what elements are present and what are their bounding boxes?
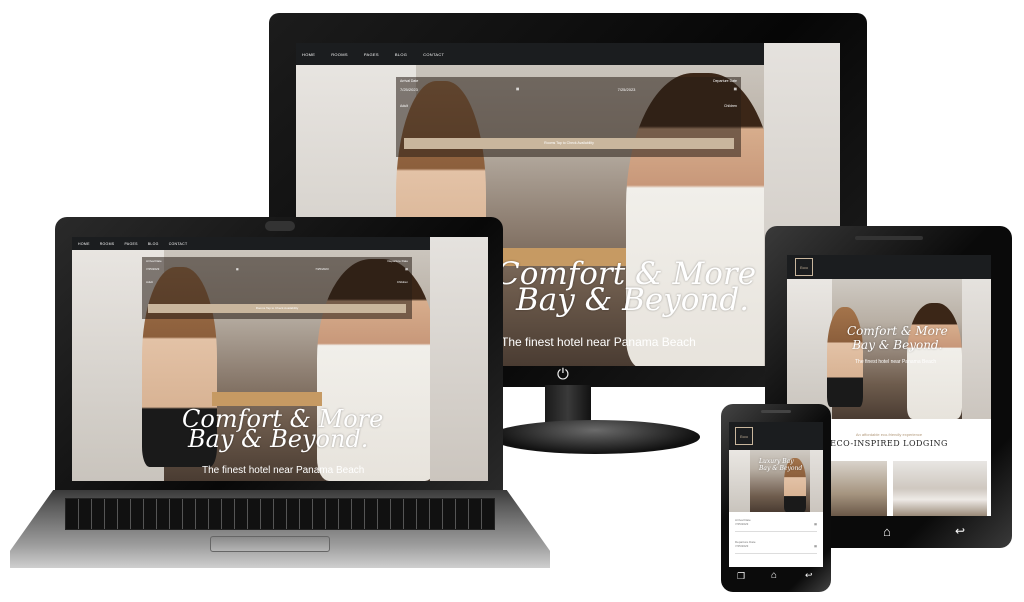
arrival-label: Arrival Date	[146, 259, 162, 263]
laptop-base	[10, 490, 550, 568]
calendar-icon[interactable]: ▦	[516, 87, 519, 92]
back-icon[interactable]: ↩	[805, 570, 813, 581]
phone: Ecco Luxury Bay Bay & Beyond Arrival Dat…	[721, 404, 831, 592]
adult-select[interactable]: Adult	[146, 280, 153, 284]
chevron-right-icon[interactable]: ›	[833, 183, 836, 193]
hero-line-2: Bay & Beyond.	[516, 282, 750, 318]
laptop-lid: HOME ROOMS PAGES BLOG CONTACT Arrival Da…	[55, 217, 503, 492]
arrival-date-field[interactable]: 7/25/2023	[400, 87, 418, 92]
woman-figure	[827, 307, 863, 407]
calendar-icon[interactable]: ▦	[814, 522, 817, 531]
nav-contact[interactable]: CONTACT	[169, 242, 188, 246]
nav-contact[interactable]: CONTACT	[423, 52, 444, 57]
chevron-right-icon[interactable]: ›	[982, 319, 985, 329]
navbar: HOME ROOMS PAGES BLOG CONTACT	[72, 237, 488, 250]
navbar: HOME ROOMS PAGES BLOG CONTACT	[296, 43, 840, 65]
children-select[interactable]: Children	[397, 280, 408, 284]
monitor-stand	[545, 385, 591, 425]
power-icon[interactable]: ⏻	[557, 366, 569, 383]
check-availability-button[interactable]: Rooms Tap to Check Availability	[148, 304, 406, 313]
hero-title: Comfort & More Bay & Beyond.	[847, 324, 948, 352]
hero-line-2: Bay & Beyond.	[188, 425, 369, 453]
arrival-date-field[interactable]: 7/25/2023	[146, 267, 159, 271]
tablet-hero: Comfort & More Bay & Beyond. The finest …	[787, 279, 991, 419]
phone-header: Ecco	[729, 422, 823, 450]
phone-booking: Arrival Date 7/25/2023 ▦ Departure Date 7…	[735, 518, 817, 566]
home-icon[interactable]: ⌂	[883, 524, 891, 539]
tablet-header: Ecco	[787, 255, 991, 279]
nav-home[interactable]: HOME	[302, 52, 315, 57]
tablet-speaker	[855, 236, 923, 240]
hero-subtitle: The finest hotel near Panama Beach	[855, 359, 937, 365]
nav-rooms[interactable]: ROOMS	[100, 242, 115, 246]
departure-label: Departure Date	[387, 259, 408, 263]
hero-line-2: Bay & Beyond	[759, 465, 803, 472]
phone-hero: Luxury Bay Bay & Beyond	[729, 450, 823, 512]
recent-apps-icon[interactable]: ❐	[737, 571, 745, 582]
hero-title: Comfort & More Bay & Beyond.	[182, 407, 383, 453]
back-icon[interactable]: ↩	[955, 524, 965, 538]
hero-subtitle: The finest hotel near Panama Beach	[501, 335, 696, 349]
nav-home[interactable]: HOME	[78, 242, 90, 246]
hero-title: Luxury Bay Bay & Beyond	[759, 458, 802, 472]
logo: Ecco	[795, 258, 813, 276]
calendar-icon[interactable]: ▦	[814, 544, 817, 553]
nav-blog[interactable]: BLOG	[148, 242, 159, 246]
hero-line-2: Bay & Beyond.	[852, 338, 943, 352]
logo: Ecco	[735, 427, 753, 445]
booking-form: Arrival Date Departure Date 7/25/2023 ▦ 7…	[142, 257, 412, 319]
children-select[interactable]: Children	[724, 104, 737, 108]
arrival-label: Arrival Date	[400, 79, 419, 83]
hero-line-1: Luxury Bay	[759, 458, 794, 465]
table	[212, 392, 322, 406]
nav-blog[interactable]: BLOG	[395, 52, 407, 57]
check-availability-button[interactable]: Rooms Tap to Check Availability	[404, 138, 734, 149]
hero-line-1: Comfort & More	[847, 324, 948, 338]
calendar-icon[interactable]: ▦	[734, 87, 737, 92]
room-image[interactable]	[893, 461, 987, 516]
arrival-date-value: 7/25/2023	[735, 522, 749, 526]
nav-pages[interactable]: PAGES	[124, 242, 137, 246]
departure-date-field[interactable]: 7/25/2023	[315, 267, 328, 271]
nav-rooms[interactable]: ROOMS	[331, 52, 348, 57]
phone-screen: Ecco Luxury Bay Bay & Beyond Arrival Dat…	[729, 422, 823, 567]
departure-date-field[interactable]: 7/25/2023	[618, 87, 636, 92]
adult-select[interactable]: Adult	[400, 104, 408, 108]
keyboard[interactable]	[65, 498, 495, 530]
laptop-screen: HOME ROOMS PAGES BLOG CONTACT Arrival Da…	[72, 237, 488, 481]
calendar-icon[interactable]: ▦	[405, 267, 408, 271]
webcam-icon	[265, 221, 295, 231]
monitor-base	[490, 420, 700, 454]
phone-speaker	[761, 410, 791, 413]
arrival-date-field[interactable]: 7/25/2023 ▦	[735, 522, 817, 532]
departure-date-value: 7/25/2023	[735, 544, 749, 548]
hero-subtitle: The finest hotel near Panama Beach	[202, 465, 365, 476]
nav-pages[interactable]: PAGES	[364, 52, 379, 57]
hero-title: Comfort & More Bay & Beyond.	[496, 259, 756, 318]
booking-form: Arrival Date Departure Date 7/25/2023 ▦ 7…	[396, 77, 741, 157]
calendar-icon[interactable]: ▦	[236, 267, 239, 271]
home-icon[interactable]: ⌂	[771, 570, 777, 581]
trackpad[interactable]	[210, 536, 330, 552]
departure-date-field[interactable]: 7/25/2023 ▦	[735, 544, 817, 554]
departure-label: Departure Date	[713, 79, 737, 83]
